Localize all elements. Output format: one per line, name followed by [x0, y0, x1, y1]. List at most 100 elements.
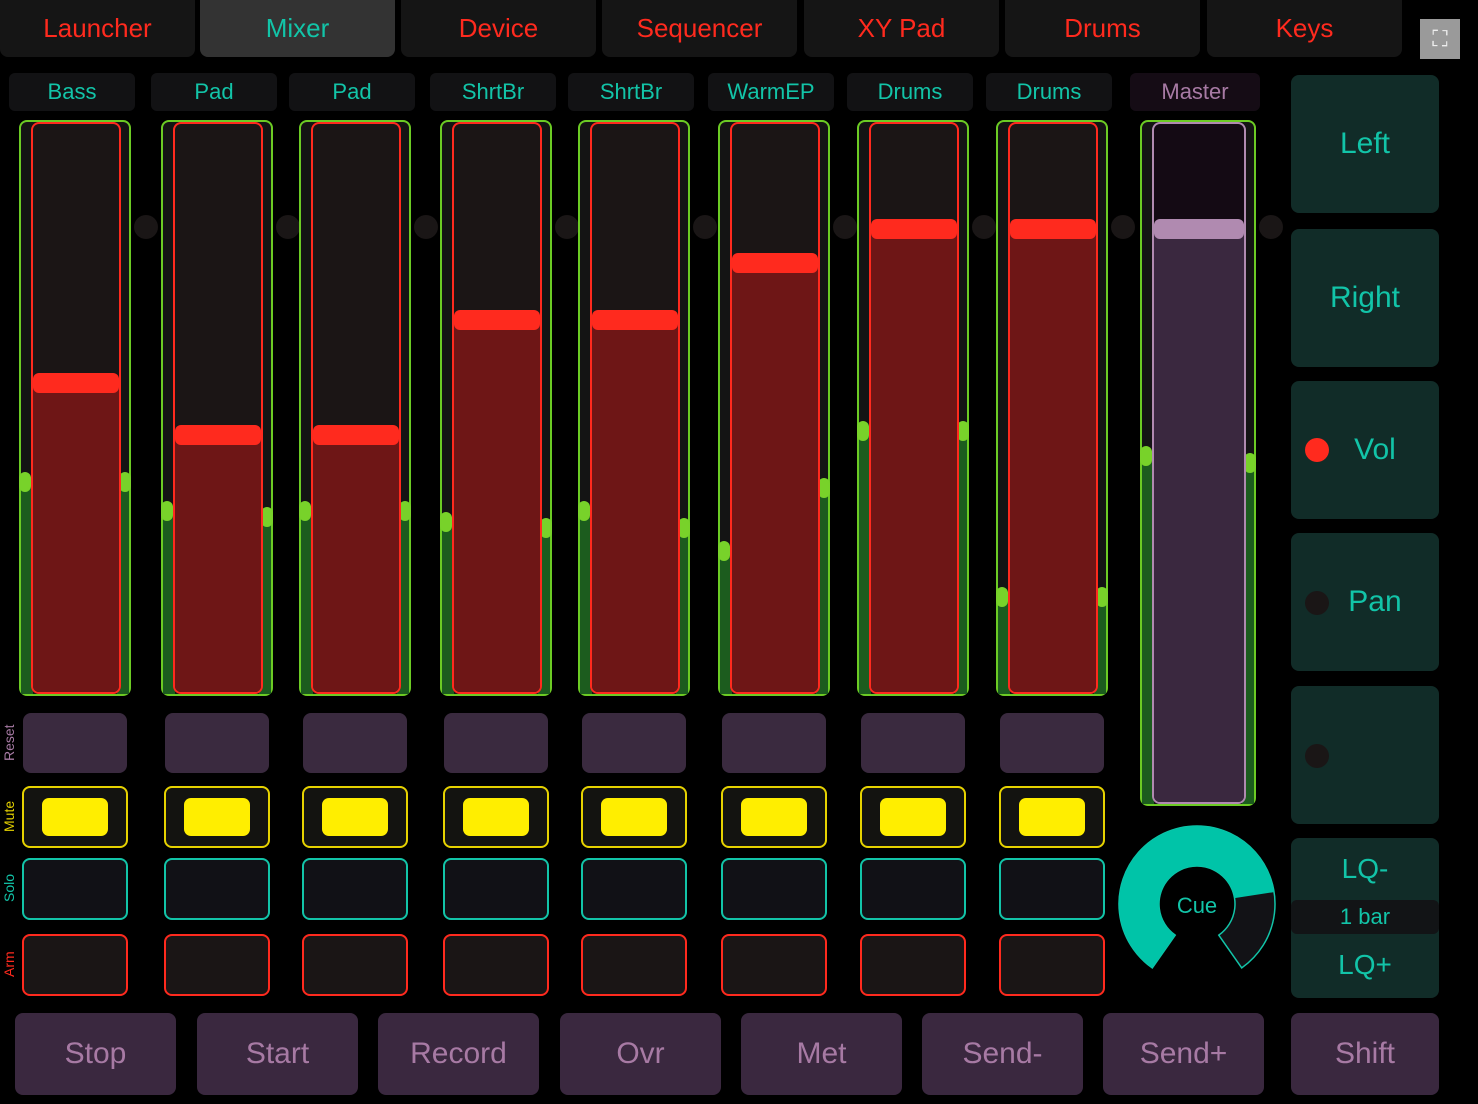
- right-label: Right: [1329, 281, 1401, 314]
- selection-dot: [414, 215, 438, 239]
- reset-button[interactable]: [303, 713, 407, 773]
- solo-button[interactable]: [302, 858, 408, 920]
- mute-button[interactable]: [302, 786, 408, 848]
- fader-strip: [578, 120, 690, 696]
- solo-button[interactable]: [164, 858, 270, 920]
- lq-minus-button[interactable]: LQ-: [1291, 838, 1439, 900]
- mute-button[interactable]: [22, 786, 128, 848]
- expand-icon: ⛶: [1432, 26, 1448, 51]
- volume-fill: [454, 320, 540, 692]
- tab-device[interactable]: Device: [401, 0, 596, 57]
- cue-knob[interactable]: Cue: [1118, 825, 1280, 980]
- solo-button[interactable]: [443, 858, 549, 920]
- volume-fader[interactable]: [730, 122, 820, 694]
- arm-row-label: Arm: [1, 951, 17, 977]
- volume-fader-handle[interactable]: [1010, 218, 1096, 239]
- vol-indicator: [1305, 438, 1329, 462]
- volume-fader-handle[interactable]: [454, 310, 540, 331]
- empty-mode-button[interactable]: [1291, 686, 1439, 824]
- mute-button[interactable]: [581, 786, 687, 848]
- solo-button[interactable]: [999, 858, 1105, 920]
- tab-launcher[interactable]: Launcher: [0, 0, 195, 57]
- volume-fader[interactable]: [452, 122, 542, 694]
- volume-fill: [1010, 228, 1096, 692]
- arm-button[interactable]: [721, 934, 827, 996]
- meter-left-peak: [19, 472, 31, 493]
- selection-dot: [833, 215, 857, 239]
- volume-fader-handle[interactable]: [1154, 219, 1244, 240]
- tab-keys[interactable]: Keys: [1207, 0, 1402, 57]
- stop-button[interactable]: Stop: [15, 1013, 176, 1095]
- mute-active-indicator: [463, 798, 529, 836]
- volume-fader-handle[interactable]: [871, 218, 957, 239]
- track-name-label: ShrtBr: [568, 73, 694, 111]
- volume-fill: [871, 228, 957, 692]
- tab-sequencer[interactable]: Sequencer: [602, 0, 797, 57]
- solo-button[interactable]: [860, 858, 966, 920]
- solo-button[interactable]: [721, 858, 827, 920]
- tab-xy-pad[interactable]: XY Pad: [804, 0, 999, 57]
- reset-button[interactable]: [722, 713, 826, 773]
- left-label: Left: [1339, 127, 1391, 160]
- volume-fader[interactable]: [1008, 122, 1098, 694]
- reset-button[interactable]: [444, 713, 548, 773]
- shift-button[interactable]: Shift: [1291, 1013, 1439, 1095]
- record-button[interactable]: Record: [378, 1013, 539, 1095]
- mute-active-indicator: [42, 798, 108, 836]
- arm-button[interactable]: [302, 934, 408, 996]
- left-button[interactable]: Left: [1291, 75, 1439, 213]
- volume-fader-handle[interactable]: [33, 373, 119, 394]
- selection-dot: [276, 215, 300, 239]
- arm-button[interactable]: [443, 934, 549, 996]
- start-button[interactable]: Start: [197, 1013, 358, 1095]
- volume-fader[interactable]: [173, 122, 263, 694]
- reset-button[interactable]: [861, 713, 965, 773]
- ovr-button[interactable]: Ovr: [560, 1013, 721, 1095]
- reset-button[interactable]: [1000, 713, 1104, 773]
- tab-drums[interactable]: Drums: [1005, 0, 1200, 57]
- solo-button[interactable]: [22, 858, 128, 920]
- arm-button[interactable]: [860, 934, 966, 996]
- meter-left-peak: [718, 541, 730, 561]
- vol-mode-button[interactable]: Vol: [1291, 381, 1439, 519]
- sendplus-button[interactable]: Send+: [1103, 1013, 1264, 1095]
- selection-dot: [693, 215, 717, 239]
- volume-fill: [1154, 229, 1244, 802]
- met-button[interactable]: Met: [741, 1013, 902, 1095]
- mute-button[interactable]: [164, 786, 270, 848]
- meter-left-peak: [996, 586, 1008, 607]
- sendminus-button[interactable]: Send-: [922, 1013, 1083, 1095]
- arm-button[interactable]: [999, 934, 1105, 996]
- arm-button[interactable]: [164, 934, 270, 996]
- track-name-label: Drums: [986, 73, 1112, 111]
- volume-fader[interactable]: [31, 122, 121, 694]
- fullscreen-button[interactable]: ⛶: [1420, 19, 1460, 59]
- mute-button[interactable]: [860, 786, 966, 848]
- reset-button[interactable]: [23, 713, 127, 773]
- lq-plus-button[interactable]: LQ+: [1291, 934, 1439, 996]
- mute-button[interactable]: [721, 786, 827, 848]
- volume-fader[interactable]: [1152, 122, 1246, 804]
- lq-value: 1 bar: [1291, 900, 1439, 934]
- mute-active-indicator: [184, 798, 250, 836]
- arm-button[interactable]: [581, 934, 687, 996]
- mute-button[interactable]: [999, 786, 1105, 848]
- reset-button[interactable]: [165, 713, 269, 773]
- volume-fader-handle[interactable]: [592, 310, 678, 331]
- volume-fader-handle[interactable]: [313, 424, 399, 445]
- arm-button[interactable]: [22, 934, 128, 996]
- volume-fader[interactable]: [869, 122, 959, 694]
- right-button[interactable]: Right: [1291, 229, 1439, 367]
- volume-fader-handle[interactable]: [732, 253, 818, 273]
- mute-button[interactable]: [443, 786, 549, 848]
- volume-fader-handle[interactable]: [175, 424, 261, 445]
- volume-fader[interactable]: [590, 122, 680, 694]
- volume-fill: [313, 434, 399, 692]
- solo-button[interactable]: [581, 858, 687, 920]
- reset-button[interactable]: [582, 713, 686, 773]
- tab-mixer[interactable]: Mixer: [200, 0, 395, 57]
- volume-fader[interactable]: [311, 122, 401, 694]
- meter-left-peak: [299, 500, 311, 521]
- track-name-label: ShrtBr: [430, 73, 556, 111]
- pan-mode-button[interactable]: Pan: [1291, 533, 1439, 671]
